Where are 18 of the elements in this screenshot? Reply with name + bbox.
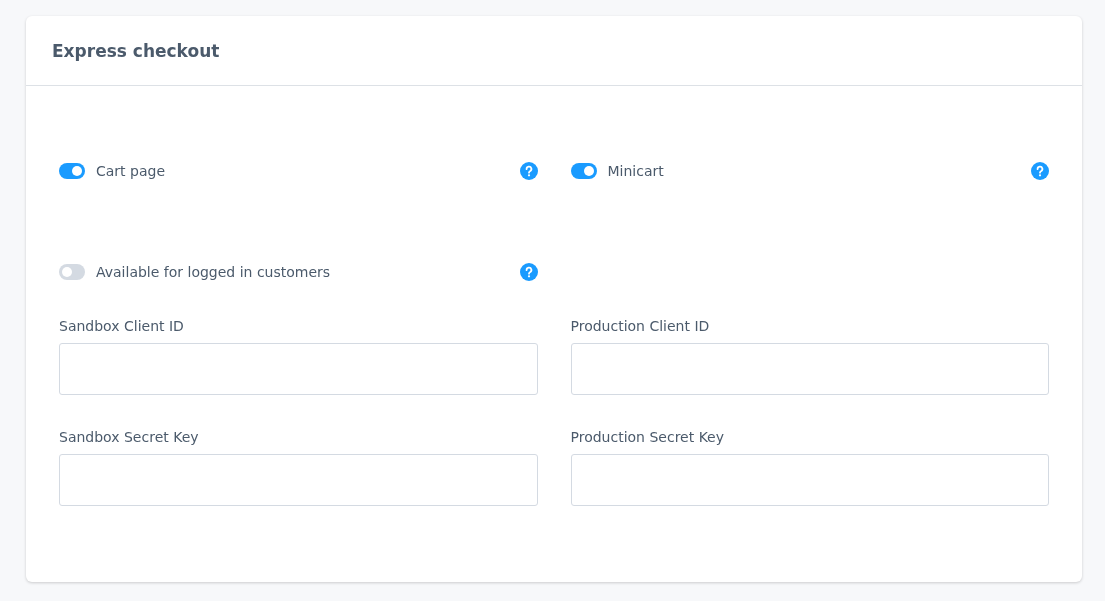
field-label: Sandbox Secret Key <box>59 429 200 445</box>
toggle-label: Cart page <box>96 163 166 179</box>
toggle-switch[interactable] <box>59 163 85 179</box>
input-field[interactable] <box>570 454 1049 506</box>
field-label: Production Client ID <box>570 318 711 334</box>
input-field[interactable] <box>59 343 538 395</box>
help-icon[interactable] <box>1031 162 1049 180</box>
card-title: Express checkout <box>52 40 220 61</box>
input-field[interactable] <box>59 454 538 506</box>
toggle-label: Minicart <box>607 163 665 179</box>
help-icon[interactable] <box>519 263 538 281</box>
field-label: Sandbox Client ID <box>59 318 185 334</box>
toggle-switch[interactable] <box>59 264 85 280</box>
help-icon[interactable] <box>519 162 538 180</box>
field-label: Production Secret Key <box>570 429 725 445</box>
toggle-switch[interactable] <box>570 163 597 179</box>
input-field[interactable] <box>570 343 1049 395</box>
toggle-label: Available for logged in customers <box>96 264 332 280</box>
